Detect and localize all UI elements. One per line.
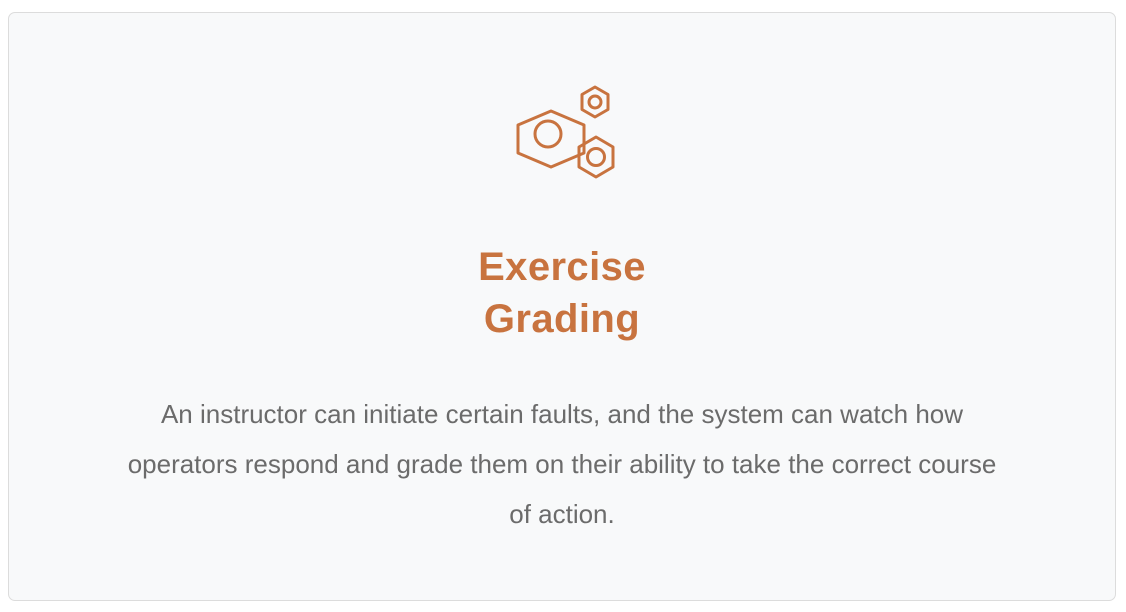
card-title: Exercise Grading	[9, 241, 1115, 345]
hexagon-nuts-icon	[510, 83, 616, 183]
card-description-line-1: An instructor can initiate certain fault…	[160, 399, 964, 429]
feature-card: Exercise Grading An instructor can initi…	[8, 12, 1116, 601]
card-description-line-2: operators respond and grade them on thei…	[127, 449, 997, 479]
card-title-line-2: Grading	[483, 297, 641, 341]
card-description: An instructor can initiate certain fault…	[49, 389, 1075, 539]
card-description-line-3: of action.	[509, 499, 615, 529]
card-title-line-1: Exercise	[478, 245, 646, 289]
